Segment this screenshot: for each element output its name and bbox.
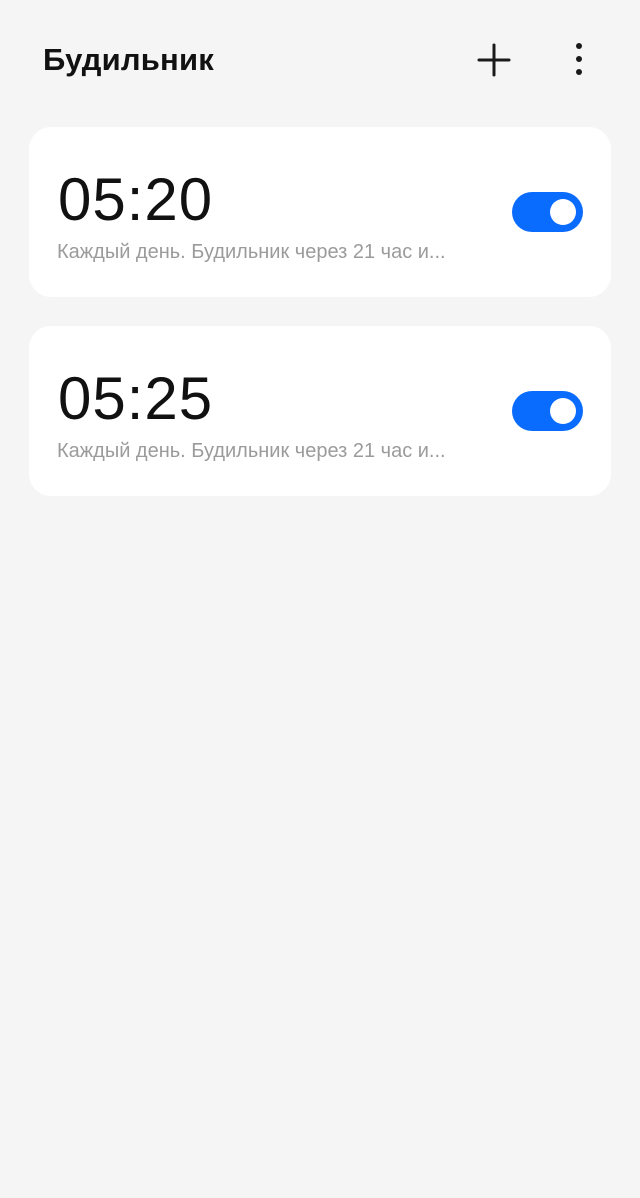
toggle-knob: [550, 199, 576, 225]
toggle-knob: [550, 398, 576, 424]
alarm-screen: Будильник 05:20 Каждый день. Будильник ч…: [0, 0, 640, 1198]
alarm-time: 05:25: [58, 365, 214, 432]
alarm-card[interactable]: 05:25 Каждый день. Будильник через 21 ча…: [29, 326, 611, 496]
page-title: Будильник: [43, 42, 214, 77]
alarm-toggle[interactable]: [512, 192, 583, 232]
alarm-card[interactable]: 05:20 Каждый день. Будильник через 21 ча…: [29, 127, 611, 297]
more-vertical-icon: [576, 43, 582, 75]
alarm-toggle[interactable]: [512, 391, 583, 431]
alarm-description: Каждый день. Будильник через 21 час и...: [57, 241, 446, 263]
alarm-time: 05:20: [58, 166, 214, 233]
top-bar: Будильник: [0, 0, 640, 120]
alarm-description: Каждый день. Будильник через 21 час и...: [57, 440, 446, 462]
more-options-button[interactable]: [562, 40, 596, 80]
add-alarm-button[interactable]: [474, 40, 514, 80]
plus-icon: [477, 43, 511, 77]
